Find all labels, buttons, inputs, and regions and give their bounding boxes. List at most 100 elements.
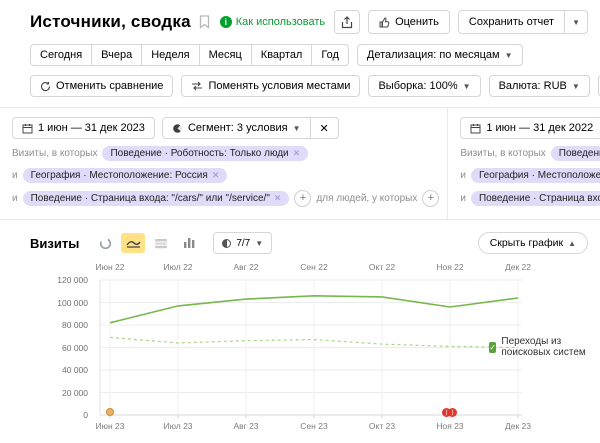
legend-item[interactable]: ✓Переходы из поисковых систем [489,336,600,358]
x-axis-top-label: Ноя 22 [422,262,478,272]
legend-checkbox-icon[interactable]: ✓ [489,342,496,353]
chip-close-icon[interactable]: ✕ [212,170,220,181]
swap-conditions-button[interactable]: Поменять условия местами [181,75,360,97]
period-tab-год[interactable]: Год [311,44,349,66]
rate-label: Оценить [395,16,439,28]
chevron-down-icon: ▼ [463,82,471,91]
swap-conditions-label: Поменять условия местами [208,80,350,92]
condition-row: и Поведение · Страница входа: "/cars/" и… [12,190,439,207]
toolbar-row: Отменить сравнение Поменять условия мест… [0,74,600,107]
sample-label: Выборка: 100% [378,80,457,92]
x-axis-top-label: Авг 22 [218,262,274,272]
annotation-red-markers[interactable]: )) [442,408,457,417]
y-axis-label: 80 000 [0,320,95,330]
segment-panel-b: 1 июн — 31 дек 2022 Сегмент: 3 условия ▼… [448,108,600,219]
segment-b-date-button[interactable]: 1 июн — 31 дек 2022 [460,117,600,139]
stacked-area-icon[interactable] [149,233,173,253]
segment-panel-a: 1 июн — 31 дек 2023 Сегмент: 3 условия ▼… [0,108,448,219]
and-label: и [12,193,18,204]
condition-row: и Поведение · Страница входа: "/cars/" и… [460,190,600,207]
chevron-up-icon: ▲ [568,239,576,248]
chip-close-icon[interactable]: ✕ [274,193,282,204]
y-axis-label: 20 000 [0,388,95,398]
condition-chip[interactable]: География · Местоположение: Россия ✕ [23,168,228,183]
y-axis-label: 120 000 [0,275,95,285]
y-axis-label: 100 000 [0,298,95,308]
segment-a-date-button[interactable]: 1 июн — 31 дек 2023 [12,117,155,139]
segment-a-head: 1 июн — 31 дек 2023 Сегмент: 3 условия ▼… [12,117,439,139]
period-tab-квартал[interactable]: Квартал [251,44,313,66]
save-report-split-button: Сохранить отчет ▼ [458,10,588,34]
period-tab-сегодня[interactable]: Сегодня [30,44,92,66]
chevron-down-icon: ▼ [505,51,513,60]
segment-a-date-label: 1 июн — 31 дек 2023 [38,122,145,134]
for-people-label: для людей, у которых [316,193,417,204]
segment-a-group: Сегмент: 3 условия ▼ ✕ [162,117,339,139]
line-chart-icon[interactable] [121,233,145,253]
add-people-condition-button[interactable]: + [422,190,439,207]
x-axis-top-label: Окт 22 [354,262,410,272]
visits-in-which-label: Визиты, в которых [12,148,97,159]
how-to-use-link[interactable]: i Как использовать [220,16,325,28]
cancel-compare-button[interactable]: Отменить сравнение [30,75,173,97]
calendar-icon [470,123,481,134]
condition-text: Поведение · Страница входа: "/cars/" или… [31,193,270,204]
period-tab-месяц[interactable]: Месяц [199,44,252,66]
export-button[interactable] [334,10,360,34]
sample-dropdown[interactable]: Выборка: 100% ▼ [368,75,480,97]
red-note-icon[interactable]: ) [448,408,457,417]
cancel-compare-label: Отменить сравнение [56,80,163,92]
swap-icon [191,81,203,91]
segment-a-dropdown[interactable]: Сегмент: 3 условия ▼ [162,117,311,139]
compare-donut-icon[interactable] [93,233,117,253]
rows-counter-dropdown[interactable]: 7/7 ▼ [213,232,272,254]
annotation-orange-marker[interactable] [106,408,114,416]
condition-row: Визиты, в которых Поведение · Роботность… [460,146,600,161]
y-axis-label: 60 000 [0,343,95,353]
condition-row: и География · Местоположение: Россия ✕ [460,168,600,183]
add-condition-button[interactable]: + [294,190,311,207]
rows-counter-label: 7/7 [236,238,250,249]
chevron-down-icon: ▼ [293,124,301,133]
how-to-use-label: Как использовать [236,16,325,28]
and-label: и [460,193,466,204]
bookmark-icon[interactable] [199,15,210,29]
chevron-down-icon: ▼ [572,18,580,27]
segment-a-close-button[interactable]: ✕ [310,117,339,139]
columns-chart-icon[interactable] [177,233,201,253]
period-tab-неделя[interactable]: Неделя [141,44,199,66]
page-title: Источники, сводка [30,12,191,32]
y-axis-label: 0 [0,410,95,420]
save-report-button[interactable]: Сохранить отчет [458,10,565,34]
chevron-down-icon: ▼ [572,82,580,91]
x-axis-top-label: Июн 22 [82,262,138,272]
chip-close-icon[interactable]: ✕ [293,148,301,159]
hide-chart-label: Скрыть график [490,237,563,249]
currency-dropdown[interactable]: Валюта: RUB ▼ [489,75,590,97]
info-green-icon: i [220,16,232,28]
period-tab-group: СегодняВчераНеделяМесяцКварталГод [30,44,349,66]
condition-chip[interactable]: География · Местоположение: Россия ✕ [471,168,600,183]
condition-text: География · Местоположение: Россия [479,170,600,181]
condition-chip[interactable]: Поведение · Роботность: Только люди ✕ [102,146,308,161]
hide-chart-button[interactable]: Скрыть график ▲ [478,232,588,254]
period-tab-вчера[interactable]: Вчера [91,44,142,66]
calendar-icon [22,123,33,134]
save-report-menu-button[interactable]: ▼ [564,10,588,34]
chevron-down-icon: ▼ [255,239,263,248]
condition-chip[interactable]: Поведение · Страница входа: "/cars/" или… [471,191,600,206]
visits-controls: Визиты 7/7 ▼ Скрыть график ▲ [0,220,600,254]
detail-label: Детализация: по месяцам [367,49,500,61]
thumbs-icon [379,17,390,28]
condition-chip[interactable]: Поведение · Страница входа: "/cars/" или… [23,191,290,206]
segments-area: 1 июн — 31 дек 2023 Сегмент: 3 условия ▼… [0,107,600,220]
refresh-icon [40,81,51,92]
rate-button[interactable]: Оценить [368,10,450,34]
condition-text: География · Местоположение: Россия [31,170,208,181]
condition-text: Поведение · Роботность: Только люди [110,148,288,159]
segment-a-label: Сегмент: 3 условия [188,122,288,134]
condition-chip[interactable]: Поведение · Роботность: Только люди ✕ [551,146,600,161]
x-axis-top-label: Сен 22 [286,262,342,272]
detail-dropdown[interactable]: Детализация: по месяцам ▼ [357,44,523,66]
and-label: и [12,170,18,181]
